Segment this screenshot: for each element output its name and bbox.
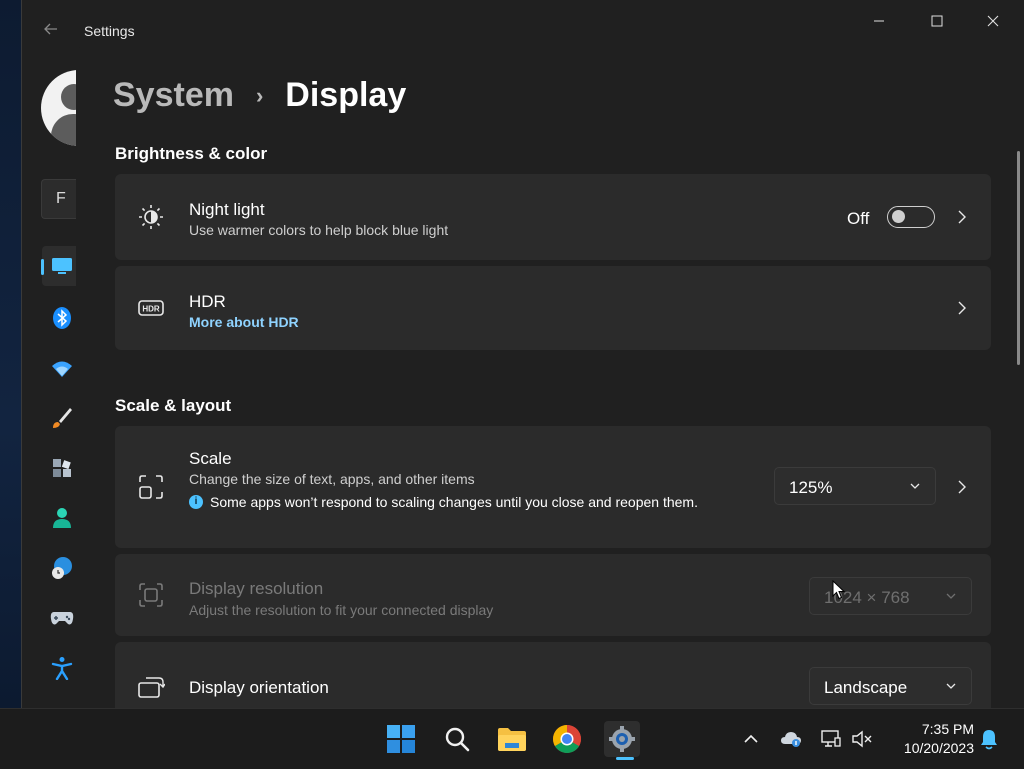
desktop-background	[0, 0, 21, 708]
volume-muted-icon	[852, 730, 872, 748]
notifications-button[interactable]	[978, 728, 1000, 750]
night-light-title: Night light	[189, 200, 265, 219]
hdr-card[interactable]: HDR HDR More about HDR	[115, 266, 991, 350]
resolution-title: Display resolution	[189, 579, 324, 598]
volume-tray-button[interactable]	[851, 728, 873, 750]
chevron-right-icon[interactable]	[954, 209, 970, 225]
resolution-icon	[139, 583, 163, 607]
close-button[interactable]	[970, 8, 1016, 34]
orientation-dropdown-value: Landscape	[824, 678, 908, 697]
minimize-button[interactable]	[856, 8, 902, 34]
person-icon	[53, 508, 71, 528]
tray-overflow-button[interactable]	[740, 728, 762, 750]
brush-icon	[53, 408, 72, 428]
sidebar: F	[22, 46, 117, 708]
maximize-icon	[931, 15, 943, 27]
resolution-card: Display resolution Adjust the resolution…	[115, 554, 991, 636]
night-light-toggle[interactable]	[887, 206, 935, 228]
section-title-brightness: Brightness & color	[115, 144, 268, 163]
main-content: System › Display Brightness & color Nigh…	[76, 46, 1021, 708]
settings-gear-icon	[609, 726, 635, 752]
active-app-indicator	[616, 757, 634, 760]
night-light-toggle-label: Off	[847, 209, 870, 228]
start-button[interactable]	[383, 721, 419, 757]
chevron-down-icon	[946, 593, 956, 599]
chevron-down-icon	[910, 483, 920, 489]
info-icon: i	[189, 495, 203, 509]
night-light-subtitle: Use warmer colors to help block blue lig…	[189, 222, 449, 238]
scale-card[interactable]: Scale Change the size of text, apps, and…	[115, 426, 991, 548]
active-indicator	[41, 259, 44, 275]
title-bar: Settings	[22, 0, 1024, 46]
hdr-more-link[interactable]: More about HDR	[189, 314, 299, 330]
close-icon	[987, 15, 999, 27]
settings-taskbar-button[interactable]	[604, 721, 640, 760]
file-explorer-button[interactable]	[494, 721, 530, 757]
minimize-icon	[874, 20, 884, 22]
network-icon	[821, 730, 841, 747]
breadcrumb-separator: ›	[255, 82, 264, 108]
breadcrumb: System › Display	[113, 76, 406, 115]
hdr-title: HDR	[189, 292, 226, 311]
clock-time: 7:35 PM	[921, 721, 974, 737]
scale-dropdown[interactable]: 125%	[774, 467, 936, 505]
brightness-icon	[139, 205, 163, 229]
chevron-right-icon[interactable]	[954, 479, 970, 495]
chrome-button[interactable]	[549, 721, 585, 757]
toggle-knob	[892, 210, 905, 223]
back-arrow-icon	[44, 23, 57, 35]
orientation-card[interactable]: Display orientation Landscape	[115, 642, 991, 708]
scale-info-note: i Some apps won’t respond to scaling cha…	[189, 492, 709, 512]
taskbar-search-button[interactable]	[439, 721, 475, 757]
search-icon	[445, 727, 470, 752]
chevron-right-icon[interactable]	[954, 300, 970, 316]
orientation-icon	[138, 677, 165, 698]
orientation-dropdown[interactable]: Landscape	[809, 667, 972, 705]
back-button[interactable]	[38, 18, 64, 44]
scale-title: Scale	[189, 449, 232, 468]
scale-subtitle: Change the size of text, apps, and other…	[189, 471, 475, 487]
vertical-scrollbar[interactable]	[1017, 151, 1020, 365]
windows-start-icon	[387, 725, 415, 753]
page-title: Display	[285, 76, 407, 114]
globe-clock-icon	[52, 557, 72, 579]
taskbar-clock[interactable]: 7:35 PM 10/20/2023	[884, 720, 974, 758]
search-input-text: F	[56, 190, 66, 207]
app-title: Settings	[84, 23, 135, 39]
mouse-cursor-icon	[832, 580, 846, 600]
taskbar: 7:35 PM 10/20/2023	[0, 708, 1024, 769]
chevron-down-icon	[946, 683, 956, 689]
monitor-icon	[52, 258, 72, 274]
svg-text:HDR: HDR	[142, 305, 160, 314]
network-tray-button[interactable]	[820, 728, 842, 750]
wifi-icon	[52, 361, 72, 377]
bluetooth-icon	[53, 307, 71, 329]
orientation-title: Display orientation	[189, 678, 329, 697]
chrome-icon	[553, 725, 581, 753]
gamepad-icon	[50, 612, 74, 625]
onedrive-icon	[781, 732, 801, 747]
clock-date: 10/20/2023	[903, 740, 974, 756]
maximize-button[interactable]	[914, 8, 960, 34]
resolution-subtitle: Adjust the resolution to fit your connec…	[189, 602, 494, 618]
notification-bell-icon	[981, 730, 997, 750]
accessibility-icon	[51, 657, 73, 680]
file-explorer-icon	[498, 728, 526, 751]
section-title-scale-layout: Scale & layout	[115, 396, 232, 415]
settings-window: Settings F System › Display Brightness &…	[21, 0, 1024, 708]
scale-info-text: Some apps won’t respond to scaling chang…	[210, 494, 698, 510]
apps-icon	[53, 459, 71, 477]
scale-icon	[139, 475, 163, 499]
chevron-up-icon	[744, 734, 758, 743]
hdr-icon: HDR	[138, 300, 164, 316]
breadcrumb-system[interactable]: System	[113, 76, 234, 115]
scale-dropdown-value: 125%	[789, 478, 833, 497]
onedrive-tray-button[interactable]	[780, 728, 802, 750]
night-light-card[interactable]: Night light Use warmer colors to help bl…	[115, 174, 991, 260]
